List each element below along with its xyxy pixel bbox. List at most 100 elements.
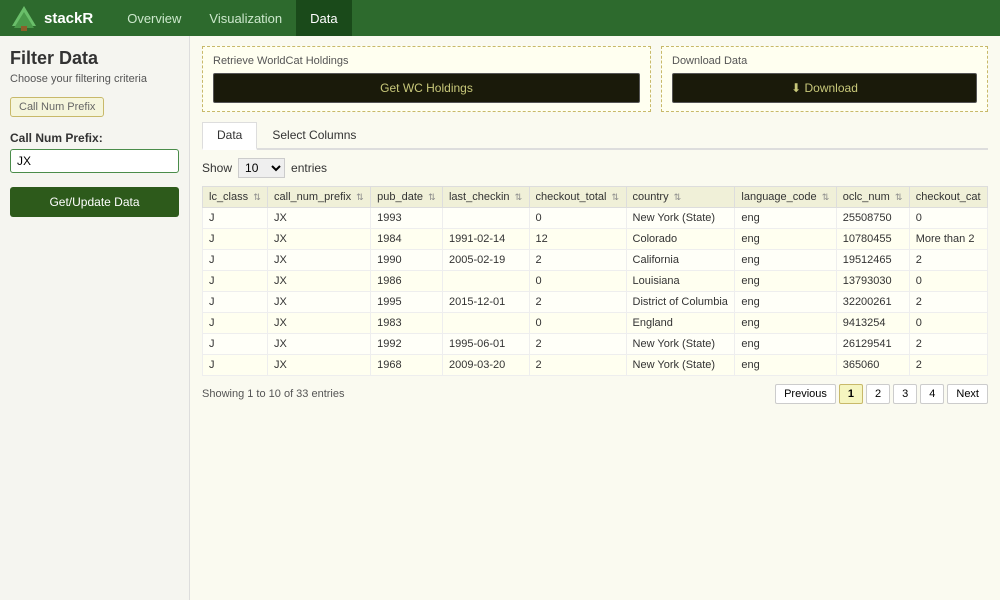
cell-pub-date: 1992: [371, 334, 443, 355]
nav-data[interactable]: Data: [296, 0, 351, 36]
data-table: lc_class ⇅ call_num_prefix ⇅ pub_date ⇅ …: [202, 186, 988, 376]
show-entries-row: Show 10 25 50 100 entries: [202, 158, 988, 178]
tab-data[interactable]: Data: [202, 122, 257, 150]
cell-pub-date: 1993: [371, 208, 443, 229]
nav-visualization[interactable]: Visualization: [195, 0, 296, 36]
col-checkout-cat[interactable]: checkout_cat: [909, 187, 987, 208]
get-wc-holdings-button[interactable]: Get WC Holdings: [213, 73, 640, 103]
col-checkout-total[interactable]: checkout_total ⇅: [529, 187, 626, 208]
table-row: JJX19952015-12-012District of Columbiaen…: [203, 292, 988, 313]
cell-language-code: eng: [735, 313, 836, 334]
cell-language-code: eng: [735, 250, 836, 271]
cell-checkout-cat: 2: [909, 334, 987, 355]
cell-checkout-cat: More than 2: [909, 229, 987, 250]
page-4-button[interactable]: 4: [920, 384, 944, 404]
cell-pub-date: 1990: [371, 250, 443, 271]
cell-country: New York (State): [626, 208, 735, 229]
cell-language-code: eng: [735, 355, 836, 376]
content-area: Retrieve WorldCat Holdings Get WC Holdin…: [190, 36, 1000, 600]
call-num-input[interactable]: [10, 149, 179, 173]
download-panel-label: Download Data: [672, 55, 977, 67]
pagination: Previous 1 2 3 4 Next: [775, 384, 988, 404]
cell-language-code: eng: [735, 292, 836, 313]
sidebar-title: Filter Data: [10, 48, 179, 69]
get-update-button[interactable]: Get/Update Data: [10, 187, 179, 217]
table-row: JJX19860Louisianaeng137930300: [203, 271, 988, 292]
table-row: JJX19902005-02-192Californiaeng195124652: [203, 250, 988, 271]
tab-select-columns[interactable]: Select Columns: [257, 122, 371, 148]
cell-checkout-total: 0: [529, 208, 626, 229]
cell-call-num-prefix: JX: [268, 355, 371, 376]
cell-language-code: eng: [735, 334, 836, 355]
cell-language-code: eng: [735, 271, 836, 292]
cell-call-num-prefix: JX: [268, 334, 371, 355]
entries-select[interactable]: 10 25 50 100: [238, 158, 285, 178]
col-call-num-prefix[interactable]: call_num_prefix ⇅: [268, 187, 371, 208]
nav-overview[interactable]: Overview: [113, 0, 195, 36]
cell-pub-date: 1984: [371, 229, 443, 250]
cell-checkout-total: 2: [529, 250, 626, 271]
download-button[interactable]: ⬇ Download: [672, 73, 977, 103]
cell-checkout-total: 0: [529, 313, 626, 334]
col-country[interactable]: country ⇅: [626, 187, 735, 208]
page-1-button[interactable]: 1: [839, 384, 863, 404]
table-row: JJX19682009-03-202New York (State)eng365…: [203, 355, 988, 376]
col-oclc-num[interactable]: oclc_num ⇅: [836, 187, 909, 208]
cell-checkout-cat: 0: [909, 208, 987, 229]
cell-checkout-total: 2: [529, 334, 626, 355]
tree-icon: [10, 4, 38, 32]
cell-call-num-prefix: JX: [268, 313, 371, 334]
cell-lc-class: J: [203, 271, 268, 292]
cell-language-code: eng: [735, 229, 836, 250]
cell-last-checkin: [442, 208, 529, 229]
cell-last-checkin: 1991-02-14: [442, 229, 529, 250]
col-language-code[interactable]: language_code ⇅: [735, 187, 836, 208]
cell-oclc-num: 32200261: [836, 292, 909, 313]
call-num-label: Call Num Prefix:: [10, 131, 179, 145]
download-panel: Download Data ⬇ Download: [661, 46, 988, 112]
main-layout: Filter Data Choose your filtering criter…: [0, 36, 1000, 600]
page-2-button[interactable]: 2: [866, 384, 890, 404]
table-row: JJX19830Englandeng94132540: [203, 313, 988, 334]
cell-country: England: [626, 313, 735, 334]
cell-checkout-total: 2: [529, 355, 626, 376]
sidebar: Filter Data Choose your filtering criter…: [0, 36, 190, 600]
cell-checkout-cat: 2: [909, 355, 987, 376]
entries-label: entries: [291, 161, 327, 175]
next-button[interactable]: Next: [947, 384, 988, 404]
cell-oclc-num: 25508750: [836, 208, 909, 229]
cell-checkout-cat: 2: [909, 250, 987, 271]
cell-oclc-num: 13793030: [836, 271, 909, 292]
cell-lc-class: J: [203, 313, 268, 334]
cell-lc-class: J: [203, 355, 268, 376]
table-row: JJX19921995-06-012New York (State)eng261…: [203, 334, 988, 355]
cell-oclc-num: 365060: [836, 355, 909, 376]
page-3-button[interactable]: 3: [893, 384, 917, 404]
cell-country: Colorado: [626, 229, 735, 250]
cell-country: District of Columbia: [626, 292, 735, 313]
col-lc-class[interactable]: lc_class ⇅: [203, 187, 268, 208]
table-footer: Showing 1 to 10 of 33 entries Previous 1…: [202, 384, 988, 404]
filter-tag[interactable]: Call Num Prefix: [10, 97, 104, 117]
col-last-checkin[interactable]: last_checkin ⇅: [442, 187, 529, 208]
cell-call-num-prefix: JX: [268, 229, 371, 250]
brand-name: stackR: [44, 10, 93, 27]
wc-panel-label: Retrieve WorldCat Holdings: [213, 55, 640, 67]
cell-lc-class: J: [203, 229, 268, 250]
tabs: Data Select Columns: [202, 122, 988, 150]
cell-oclc-num: 26129541: [836, 334, 909, 355]
cell-lc-class: J: [203, 334, 268, 355]
cell-last-checkin: 2005-02-19: [442, 250, 529, 271]
sidebar-subtitle: Choose your filtering criteria: [10, 73, 179, 85]
table-row: JJX19930New York (State)eng255087500: [203, 208, 988, 229]
cell-language-code: eng: [735, 208, 836, 229]
cell-checkout-cat: 0: [909, 313, 987, 334]
cell-pub-date: 1983: [371, 313, 443, 334]
cell-call-num-prefix: JX: [268, 208, 371, 229]
cell-last-checkin: [442, 313, 529, 334]
cell-pub-date: 1995: [371, 292, 443, 313]
cell-last-checkin: 2009-03-20: [442, 355, 529, 376]
prev-button[interactable]: Previous: [775, 384, 836, 404]
cell-checkout-total: 12: [529, 229, 626, 250]
col-pub-date[interactable]: pub_date ⇅: [371, 187, 443, 208]
